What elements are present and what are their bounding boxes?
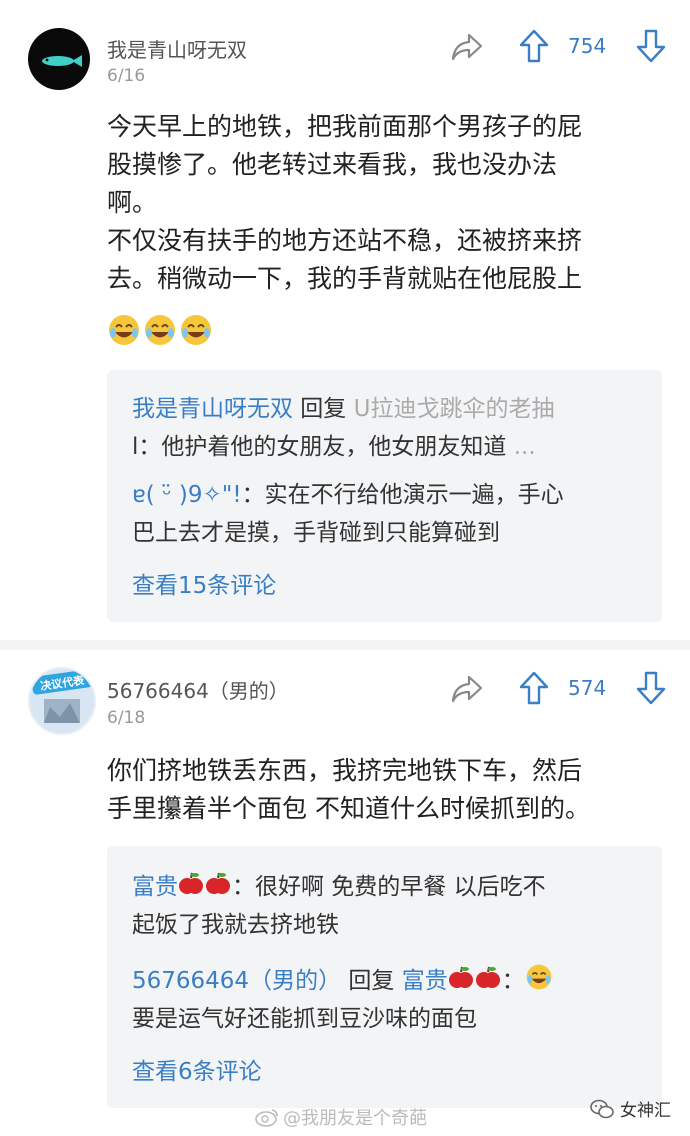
reply-author[interactable]: 56766464（男的）	[132, 968, 341, 994]
username[interactable]: 56766464（男的）	[107, 675, 289, 704]
post-text-line: 股摸惨了。他老转过来看我，我也没办法	[107, 150, 558, 179]
post-divider	[0, 640, 690, 650]
post-text-line: 去。稍微动一下，我的手背就贴在他屁股上	[107, 264, 583, 293]
post-text-line: 你们挤地铁丢东西，我挤完地铁下车，然后	[107, 756, 583, 785]
laughing-tears-icon	[109, 315, 139, 345]
vote-count: 574	[568, 676, 607, 700]
reply-item[interactable]: 56766464（男的） 回复 富贵 ： 要是运气好还能抓到豆沙味的面包	[132, 962, 642, 1038]
wechat-brand: 女神汇	[590, 1096, 671, 1121]
watermark-text: @我朋友是个奇葩	[283, 1108, 427, 1129]
upvote-icon[interactable]	[518, 28, 550, 64]
laughing-tears-icon	[526, 964, 552, 990]
laughing-tears-icon	[181, 315, 211, 345]
reply-ellipsis: ...	[506, 434, 536, 460]
reply-text: 起饭了我就去挤地铁	[132, 912, 339, 938]
post-actions: 574	[450, 670, 675, 710]
red-apple-icon	[475, 966, 500, 988]
reply-item[interactable]: 我是青山呀无双 回复 U拉迪戈跳伞的老抽 l：他护着他的女朋友，他女朋友知道 .…	[132, 390, 642, 466]
reply-colon: ：	[501, 968, 525, 994]
red-apple-icon	[206, 872, 230, 894]
reply-text: 要是运气好还能抓到豆沙味的面包	[132, 1006, 477, 1032]
reply-word: 回复	[293, 396, 354, 422]
downvote-icon[interactable]	[635, 670, 667, 706]
post-text-line: 今天早上的地铁，把我前面那个男孩子的屁	[107, 112, 583, 141]
reply-author[interactable]: 我是青山呀无双	[132, 396, 293, 422]
badge-avatar-icon: 决议代表	[30, 669, 94, 733]
post-body: 今天早上的地铁，把我前面那个男孩子的屁 股摸惨了。他老转过来看我，我也没办法 啊…	[107, 108, 667, 298]
reply-item[interactable]: ɐ( ᵕ̈ )9✧"!：实在不行给他演示一遍，手心 巴上去才是摸，手背碰到只能算…	[132, 476, 642, 552]
red-apple-icon	[179, 872, 203, 894]
share-icon[interactable]	[450, 32, 484, 62]
reply-target-name: 富贵	[401, 968, 448, 994]
reply-author[interactable]: 富贵	[132, 872, 232, 900]
post-actions: 754	[450, 28, 675, 68]
vote-count: 754	[568, 34, 607, 58]
avatar[interactable]: 决议代表	[28, 667, 96, 735]
reply-author-name: 富贵	[132, 874, 178, 900]
post-text-line: 啊。	[107, 188, 158, 217]
reply-target[interactable]: 富贵	[401, 966, 502, 994]
wechat-icon	[590, 1099, 614, 1118]
red-apple-icon	[448, 966, 473, 988]
weibo-watermark: @我朋友是个奇葩	[255, 1104, 427, 1130]
laughing-tears-icon	[145, 315, 175, 345]
reply-text: 巴上去才是摸，手背碰到只能算碰到	[132, 520, 500, 546]
reply-text: ：实在不行给他演示一遍，手心	[241, 482, 564, 508]
post-date: 6/18	[107, 708, 146, 728]
reply-box: 我是青山呀无双 回复 U拉迪戈跳伞的老抽 l：他护着他的女朋友，他女朋友知道 .…	[107, 370, 662, 622]
weibo-icon	[255, 1109, 278, 1127]
reply-word: 回复	[341, 968, 402, 994]
view-more-comments-link[interactable]: 查看6条评论	[132, 1052, 262, 1086]
post-body: 你们挤地铁丢东西，我挤完地铁下车，然后 手里攥着半个面包 不知道什么时候抓到的。	[107, 752, 667, 828]
reply-item[interactable]: 富贵 ：很好啊 免费的早餐 以后吃不 起饭了我就去挤地铁	[132, 868, 642, 944]
emoji-row	[107, 313, 213, 347]
fish-icon	[42, 55, 82, 67]
avatar[interactable]	[28, 28, 90, 90]
reply-author[interactable]: ɐ( ᵕ̈ )9✧"!	[132, 482, 242, 508]
reply-text: l：他护着他的女朋友，他女朋友知道	[132, 434, 507, 460]
view-more-comments-link[interactable]: 查看15条评论	[132, 566, 276, 600]
post-text-line: 手里攥着半个面包 不知道什么时候抓到的。	[107, 794, 590, 823]
reply-text: ：很好啊 免费的早餐 以后吃不	[232, 874, 546, 900]
brand-name: 女神汇	[620, 1101, 671, 1121]
reply-box: 富贵 ：很好啊 免费的早餐 以后吃不 起饭了我就去挤地铁 56766464（男的）…	[107, 846, 662, 1108]
downvote-icon[interactable]	[635, 28, 667, 64]
post-text-line: 不仅没有扶手的地方还站不稳，还被挤来挤	[107, 226, 583, 255]
username[interactable]: 我是青山呀无双	[107, 34, 247, 63]
upvote-icon[interactable]	[518, 670, 550, 706]
reply-target[interactable]: U拉迪戈跳伞的老抽	[354, 396, 555, 422]
post-date: 6/16	[107, 66, 146, 86]
share-icon[interactable]	[450, 674, 484, 704]
